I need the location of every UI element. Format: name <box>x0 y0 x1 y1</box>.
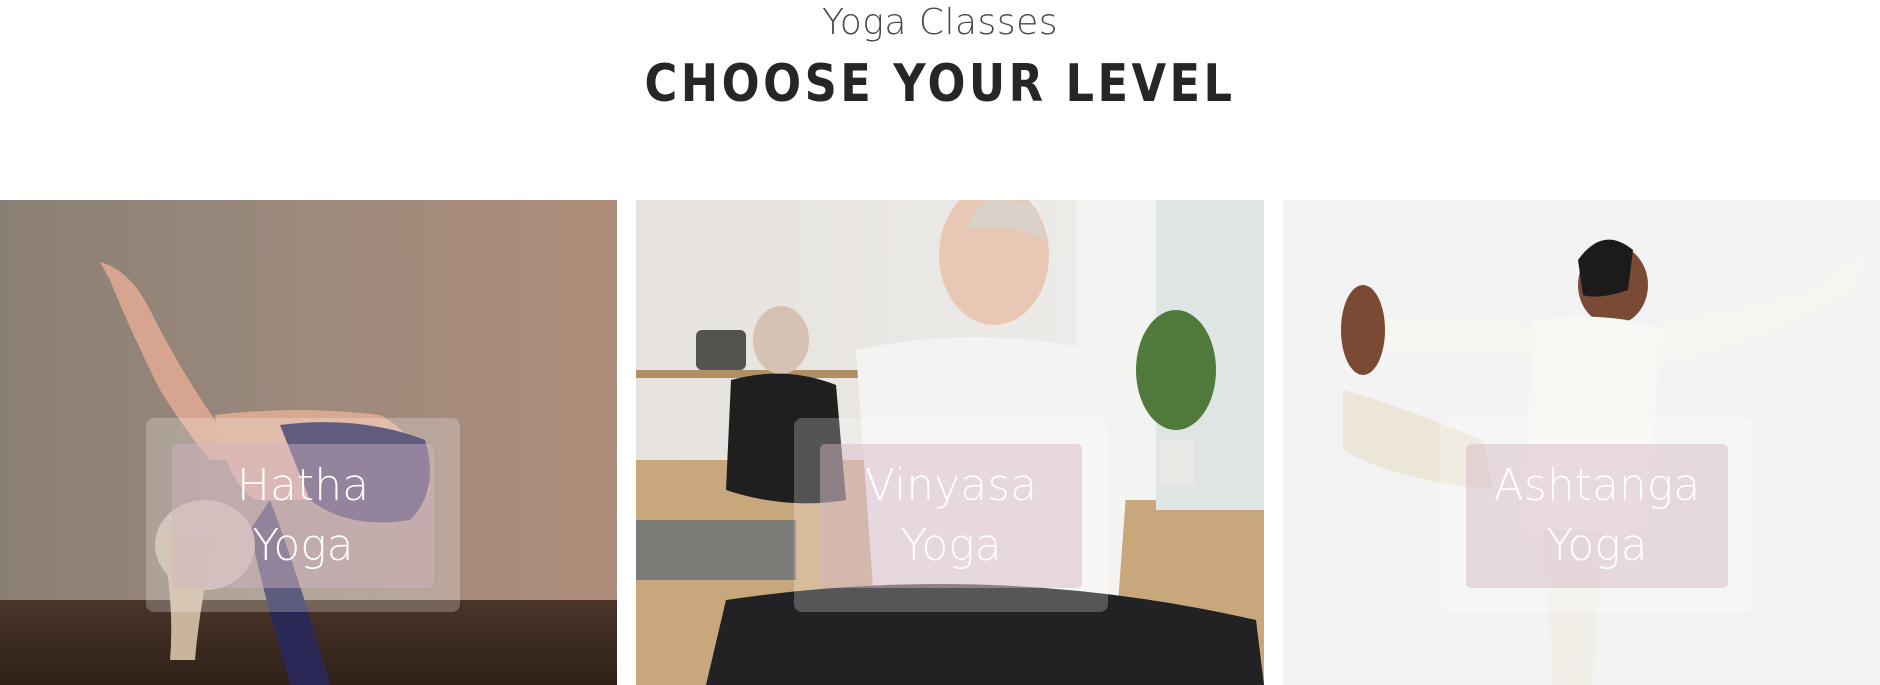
card-vinyasa-yoga[interactable]: Vinyasa Yoga <box>636 200 1264 685</box>
card-ashtanga-yoga[interactable]: Ashtanga Yoga <box>1283 200 1880 685</box>
class-name: Ashtanga <box>1493 460 1701 511</box>
card-hatha-yoga[interactable]: Hatha Yoga <box>0 200 617 685</box>
class-label: Hatha Yoga <box>172 444 434 588</box>
class-name: Hatha <box>236 460 370 511</box>
class-name: Vinyasa <box>864 460 1038 511</box>
class-label: Ashtanga Yoga <box>1466 444 1728 588</box>
section-title: CHOOSE YOUR LEVEL <box>644 54 1236 114</box>
class-type: Yoga <box>900 520 1002 571</box>
section-subtitle: Yoga Classes <box>822 2 1058 43</box>
class-type: Yoga <box>252 520 354 571</box>
class-label: Vinyasa Yoga <box>820 444 1082 588</box>
class-type: Yoga <box>1546 520 1648 571</box>
